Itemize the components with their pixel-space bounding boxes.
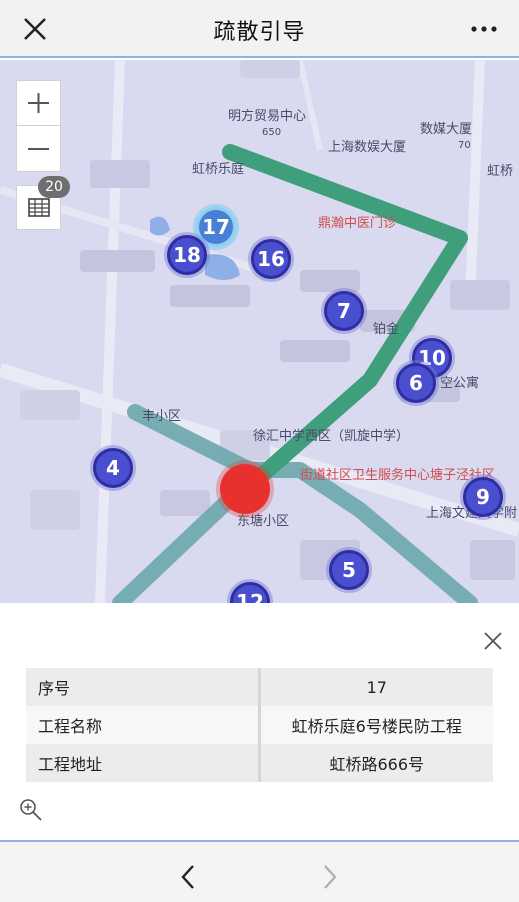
chevron-left-icon[interactable] <box>176 862 200 892</box>
table-row: 工程名称 虹桥乐庭6号楼民防工程 <box>26 706 493 744</box>
info-value: 17 <box>259 668 493 706</box>
map-view[interactable]: 明方贸易中心 650 数媒大厦 上海数娱大厦 70 虹桥乐庭 虹桥 鼎瀚中医门诊… <box>0 60 519 603</box>
map-label: 街道社区卫生服务中心塘子泾社区 <box>300 468 496 483</box>
more-icon[interactable] <box>469 14 499 44</box>
map-label: 虹桥 <box>487 164 514 179</box>
map-label: 空公寓 <box>440 376 480 391</box>
page-title: 疏散引导 <box>213 20 306 45</box>
zoom-in-button[interactable] <box>17 81 60 126</box>
shelter-marker-4[interactable]: 4 <box>93 448 133 488</box>
shelter-marker-18[interactable]: 18 <box>167 235 207 275</box>
map-label: 70 <box>458 140 471 151</box>
info-value: 虹桥乐庭6号楼民防工程 <box>259 706 493 744</box>
table-row: 工程地址 虹桥路666号 <box>26 744 493 782</box>
info-key: 工程名称 <box>26 706 261 744</box>
close-panel-icon[interactable] <box>480 628 506 654</box>
map-label: 虹桥乐庭 <box>192 162 245 177</box>
shelter-marker-6[interactable]: 6 <box>396 363 436 403</box>
shelter-marker-7[interactable]: 7 <box>324 291 364 331</box>
map-label: 徐汇中学西区（凯旋中学） <box>253 429 410 444</box>
table-row: 序号 17 <box>26 668 493 706</box>
zoom-in-magnifier-icon[interactable] <box>18 797 44 823</box>
map-label: 铂金 <box>373 322 400 337</box>
info-value: 虹桥路666号 <box>259 744 493 782</box>
map-label: 650 <box>262 127 282 138</box>
map-label: 鼎瀚中医门诊 <box>318 216 397 231</box>
shelter-marker-9[interactable]: 9 <box>463 477 503 517</box>
info-key: 序号 <box>26 668 261 706</box>
zoom-controls <box>16 80 61 172</box>
shelter-marker-16[interactable]: 16 <box>251 239 291 279</box>
map-label: 数媒大厦 <box>420 122 473 137</box>
current-location-marker <box>220 464 270 514</box>
zoom-out-button[interactable] <box>17 127 60 172</box>
shelter-info-table: 序号 17 工程名称 虹桥乐庭6号楼民防工程 工程地址 虹桥路666号 <box>26 668 493 782</box>
map-label: 丰小区 <box>142 409 182 424</box>
title-bar: 疏散引导 <box>0 0 519 58</box>
count-badge: 20 <box>38 176 70 198</box>
shelter-marker-5[interactable]: 5 <box>329 550 369 590</box>
bottom-nav-bar <box>0 840 519 902</box>
chevron-right-icon[interactable] <box>318 862 342 892</box>
map-label: 明方贸易中心 <box>228 109 307 124</box>
map-label: 上海数娱大厦 <box>328 140 407 155</box>
info-key: 工程地址 <box>26 744 261 782</box>
